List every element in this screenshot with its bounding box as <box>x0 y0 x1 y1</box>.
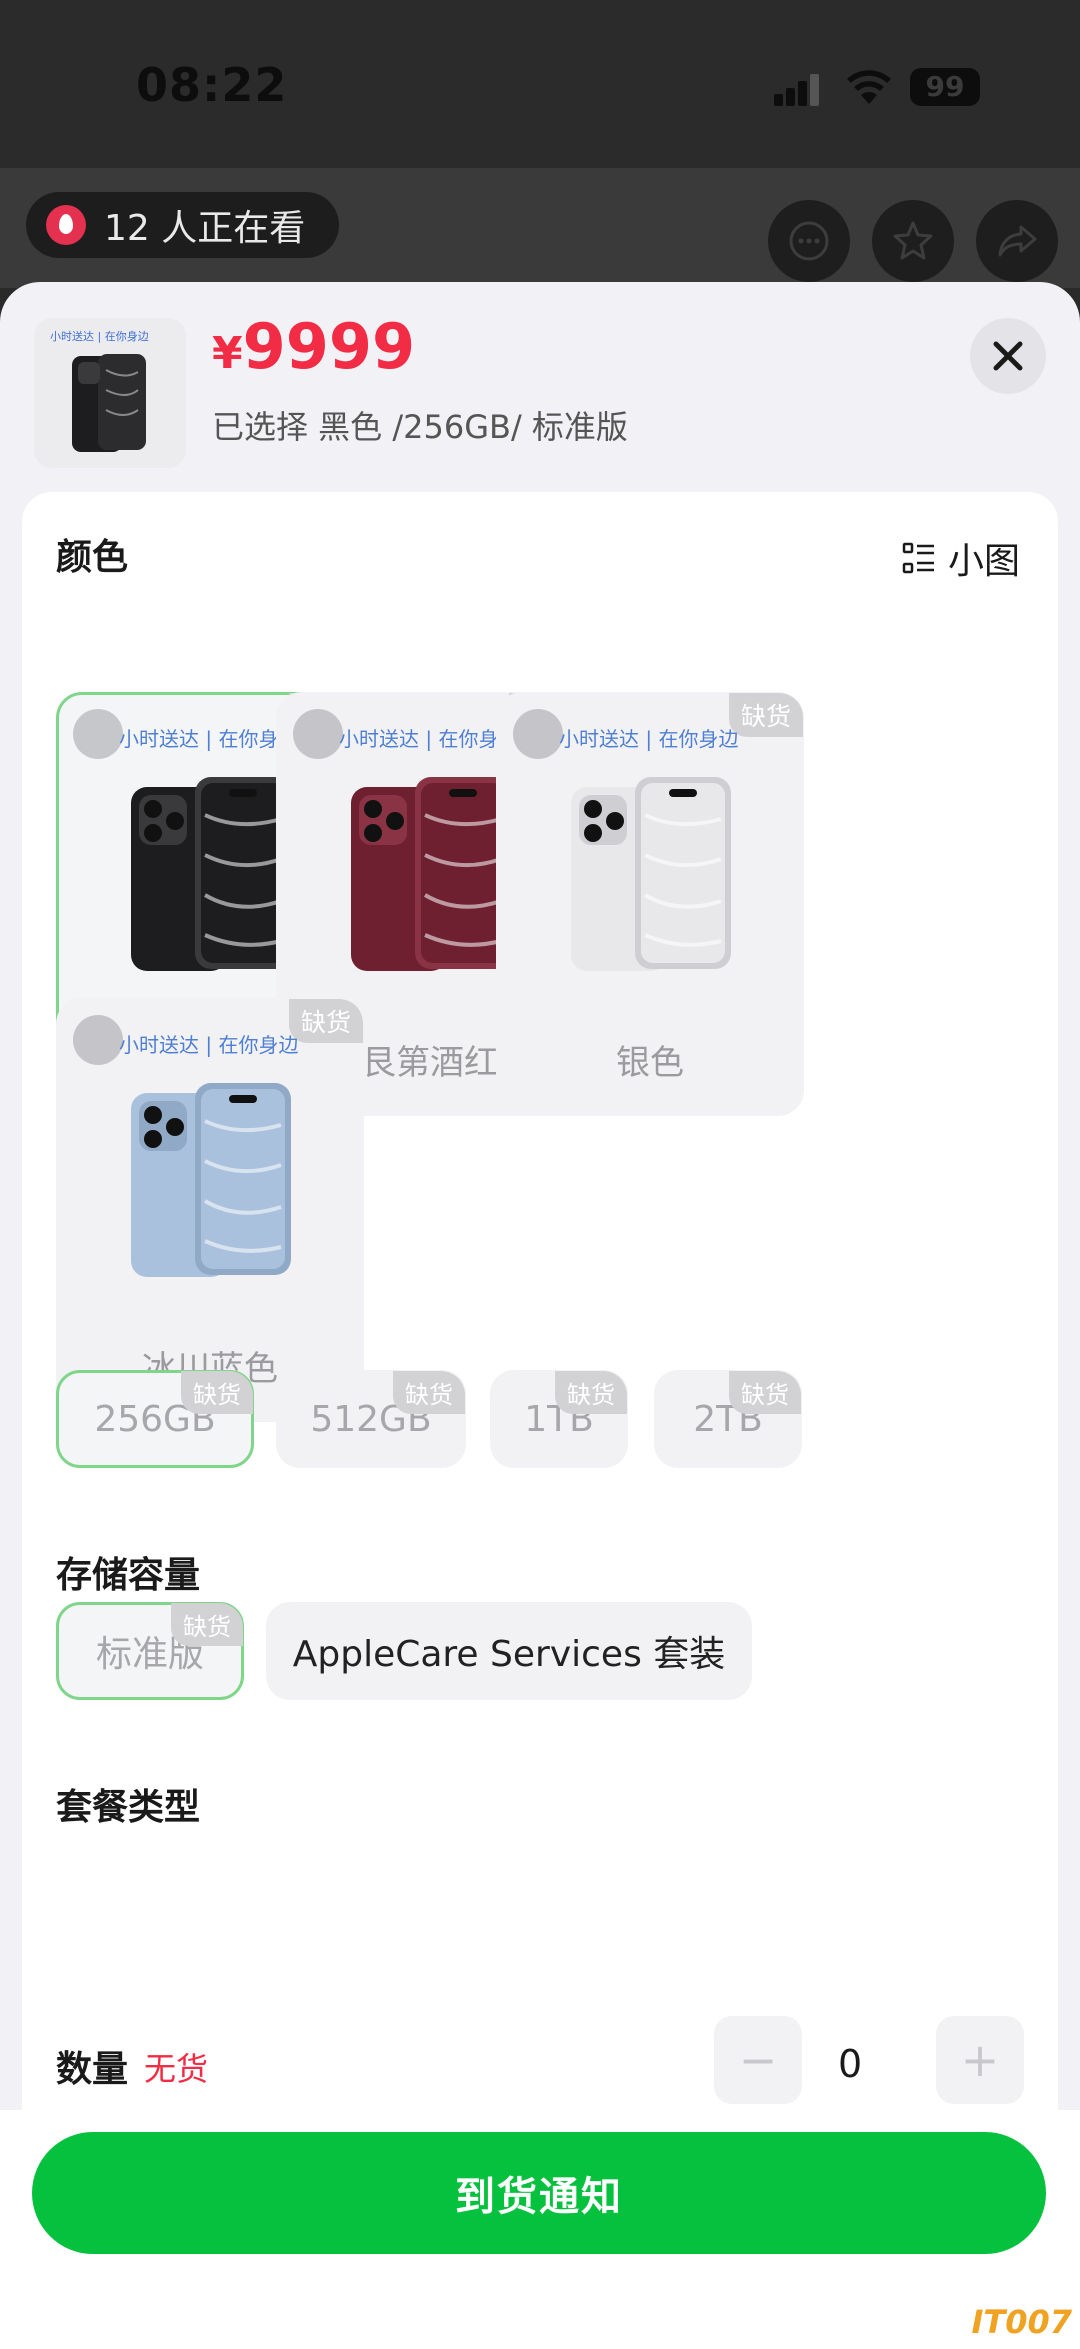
product-thumbnail[interactable]: 小时送达 | 在你身边 <box>34 318 186 468</box>
separator: | <box>199 727 219 751</box>
package-section-title: 套餐类型 <box>56 1787 201 1828</box>
flame-icon <box>46 205 86 245</box>
favorite-button[interactable] <box>872 200 954 282</box>
storage-option[interactable]: 2TB 缺货 <box>654 1370 802 1468</box>
delivery-label: 小时送达 <box>559 727 639 751</box>
share-arrow-icon <box>998 225 1037 257</box>
battery-indicator: 99 <box>910 68 980 106</box>
package-option[interactable]: AppleCare Services 套装 <box>266 1602 752 1700</box>
thumb-delivery-tag: 小时送达 | 在你身边 <box>50 330 149 343</box>
viewers-text: 12 人正在看 <box>104 208 306 249</box>
out-of-stock-tag: 缺货 <box>729 1371 801 1414</box>
phone-image <box>571 777 731 971</box>
out-of-stock-tag: 缺货 <box>171 1603 243 1646</box>
small-image-toggle[interactable]: 小图 <box>902 532 1020 584</box>
color-name: 银色 <box>616 1043 684 1083</box>
out-of-stock-tag: 缺货 <box>288 999 363 1043</box>
phone-image <box>131 777 291 971</box>
share-button[interactable] <box>976 200 1058 282</box>
options-card: 颜色 小图 缺货小时送达 | 在你身边黑色缺货小时送达 | 在你身边勃艮第酒红色… <box>22 492 1058 2349</box>
expand-image-icon[interactable] <box>73 709 123 759</box>
stock-status: 无货 <box>144 2050 209 2088</box>
list-view-icon <box>902 542 934 574</box>
close-button[interactable] <box>970 318 1046 394</box>
out-of-stock-tag: 缺货 <box>555 1371 627 1414</box>
package-option-label: AppleCare Services 套装 <box>292 1634 726 1675</box>
price-value: 9999 <box>242 310 416 383</box>
expand-image-icon[interactable] <box>513 709 563 759</box>
status-bar: 08:22 99 <box>0 0 1080 168</box>
quantity-label: 数量 <box>56 2049 129 2090</box>
out-of-stock-tag: 缺货 <box>728 693 803 737</box>
restock-notify-button[interactable]: 到货通知 <box>32 2132 1046 2254</box>
color-option[interactable]: 缺货 小时送达 | 在你身边 银色 <box>496 692 804 1116</box>
delivery-label: 小时送达 <box>119 727 199 751</box>
separator: | <box>639 727 659 751</box>
quantity-increase-button[interactable]: + <box>936 2016 1024 2104</box>
delivery-label: 小时送达 <box>339 727 419 751</box>
status-time: 08:22 <box>136 58 288 112</box>
top-actions <box>768 200 1058 282</box>
watermark-logo: IT007 <box>971 2303 1072 2341</box>
delivery-label: 小时送达 <box>119 1033 199 1057</box>
out-of-stock-tag: 缺货 <box>393 1371 465 1414</box>
sheet-footer: 到货通知 <box>0 2110 1080 2349</box>
out-of-stock-tag: 缺货 <box>181 1371 253 1414</box>
phone-image <box>131 1083 291 1277</box>
delivery-tag: 小时送达 | 在你身边 <box>339 723 518 752</box>
separator: | <box>419 727 439 751</box>
quantity-value[interactable]: 0 <box>838 2042 862 2086</box>
delivery-tag: 小时送达 | 在你身边 <box>559 723 738 752</box>
color-option[interactable]: 缺货 小时送达 | 在你身边 冰川蓝色 <box>56 998 364 1422</box>
phone-image <box>351 777 511 971</box>
separator: | <box>199 1033 219 1057</box>
close-icon <box>993 341 1023 371</box>
storage-section-title: 存储容量 <box>56 1555 201 1596</box>
currency-symbol: ¥ <box>212 328 243 379</box>
chat-icon <box>789 221 829 261</box>
star-icon <box>893 221 933 260</box>
storage-option[interactable]: 256GB 缺货 <box>56 1370 254 1468</box>
color-section-title: 颜色 <box>56 537 129 578</box>
quantity-decrease-button[interactable]: − <box>714 2016 802 2104</box>
storage-option[interactable]: 1TB 缺货 <box>490 1370 628 1468</box>
wifi-icon <box>847 70 891 104</box>
small-image-label: 小图 <box>947 541 1020 582</box>
package-option[interactable]: 标准版 缺货 <box>56 1602 244 1700</box>
message-button[interactable] <box>768 200 850 282</box>
cellular-signal-icon <box>774 74 819 106</box>
nearby-label: 在你身边 <box>218 1033 299 1057</box>
sku-selector-sheet: 小时送达 | 在你身边 ¥9999 已选择 黑色 /256GB/ 标准版 颜色 … <box>0 282 1080 2349</box>
viewers-badge: 12 人正在看 <box>26 192 340 258</box>
expand-image-icon[interactable] <box>73 1015 123 1065</box>
delivery-tag: 小时送达 | 在你身边 <box>119 723 298 752</box>
price: ¥9999 <box>212 310 415 383</box>
nearby-label: 在你身边 <box>658 727 739 751</box>
expand-image-icon[interactable] <box>293 709 343 759</box>
delivery-tag: 小时送达 | 在你身边 <box>119 1029 298 1058</box>
storage-option[interactable]: 512GB 缺货 <box>276 1370 466 1468</box>
selected-spec-text: 已选择 黑色 /256GB/ 标准版 <box>212 408 628 446</box>
